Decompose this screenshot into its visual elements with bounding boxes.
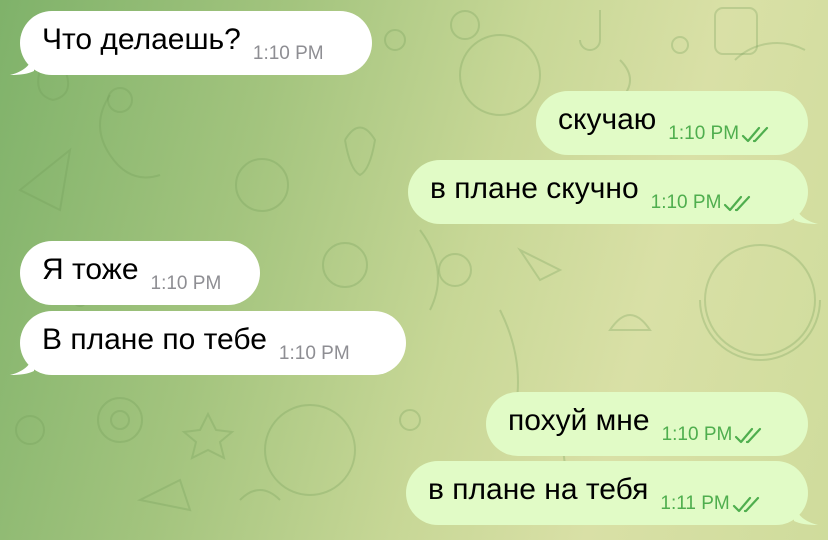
incoming-message[interactable]: Что делаешь? 1:10 PM <box>10 11 372 75</box>
message-time: 1:10 PM <box>650 192 722 213</box>
message-time: 1:10 PM <box>252 43 324 64</box>
bubble-tail <box>10 353 34 375</box>
double-check-icon <box>732 496 759 513</box>
double-check-icon <box>735 427 762 444</box>
message-list[interactable]: Что делаешь? 1:10 PM скучаю 1:10 PM в пл… <box>0 0 828 540</box>
message-text: В плане по тебе <box>42 323 267 356</box>
message-time: 1:10 PM <box>278 343 350 364</box>
message-time: 1:10 PM <box>150 273 222 294</box>
outgoing-message[interactable]: похуй мне 1:10 PM <box>486 392 808 456</box>
outgoing-message[interactable]: в плане скучно 1:10 PM <box>408 160 818 224</box>
double-check-icon <box>741 126 769 143</box>
outgoing-message[interactable]: скучаю 1:10 PM <box>536 91 808 155</box>
message-text: в плане скучно <box>430 172 639 205</box>
message-time: 1:10 PM <box>668 123 740 144</box>
message-text: Что делаешь? <box>42 23 241 56</box>
incoming-message[interactable]: Я тоже 1:10 PM <box>20 241 260 305</box>
incoming-message[interactable]: В плане по тебе 1:10 PM <box>10 311 406 375</box>
message-text: в плане на тебя <box>428 473 649 506</box>
message-time: 1:10 PM <box>661 424 733 445</box>
message-text: скучаю <box>558 103 657 136</box>
message-text: Я тоже <box>42 253 139 286</box>
double-check-icon <box>724 195 751 212</box>
message-time: 1:11 PM <box>660 493 730 514</box>
outgoing-message[interactable]: в плане на тебя 1:11 PM <box>406 461 818 525</box>
bubble-tail <box>794 503 818 525</box>
message-text: похуй мне <box>508 404 650 437</box>
bubble-tail <box>794 202 818 224</box>
bubble-tail <box>10 53 34 75</box>
